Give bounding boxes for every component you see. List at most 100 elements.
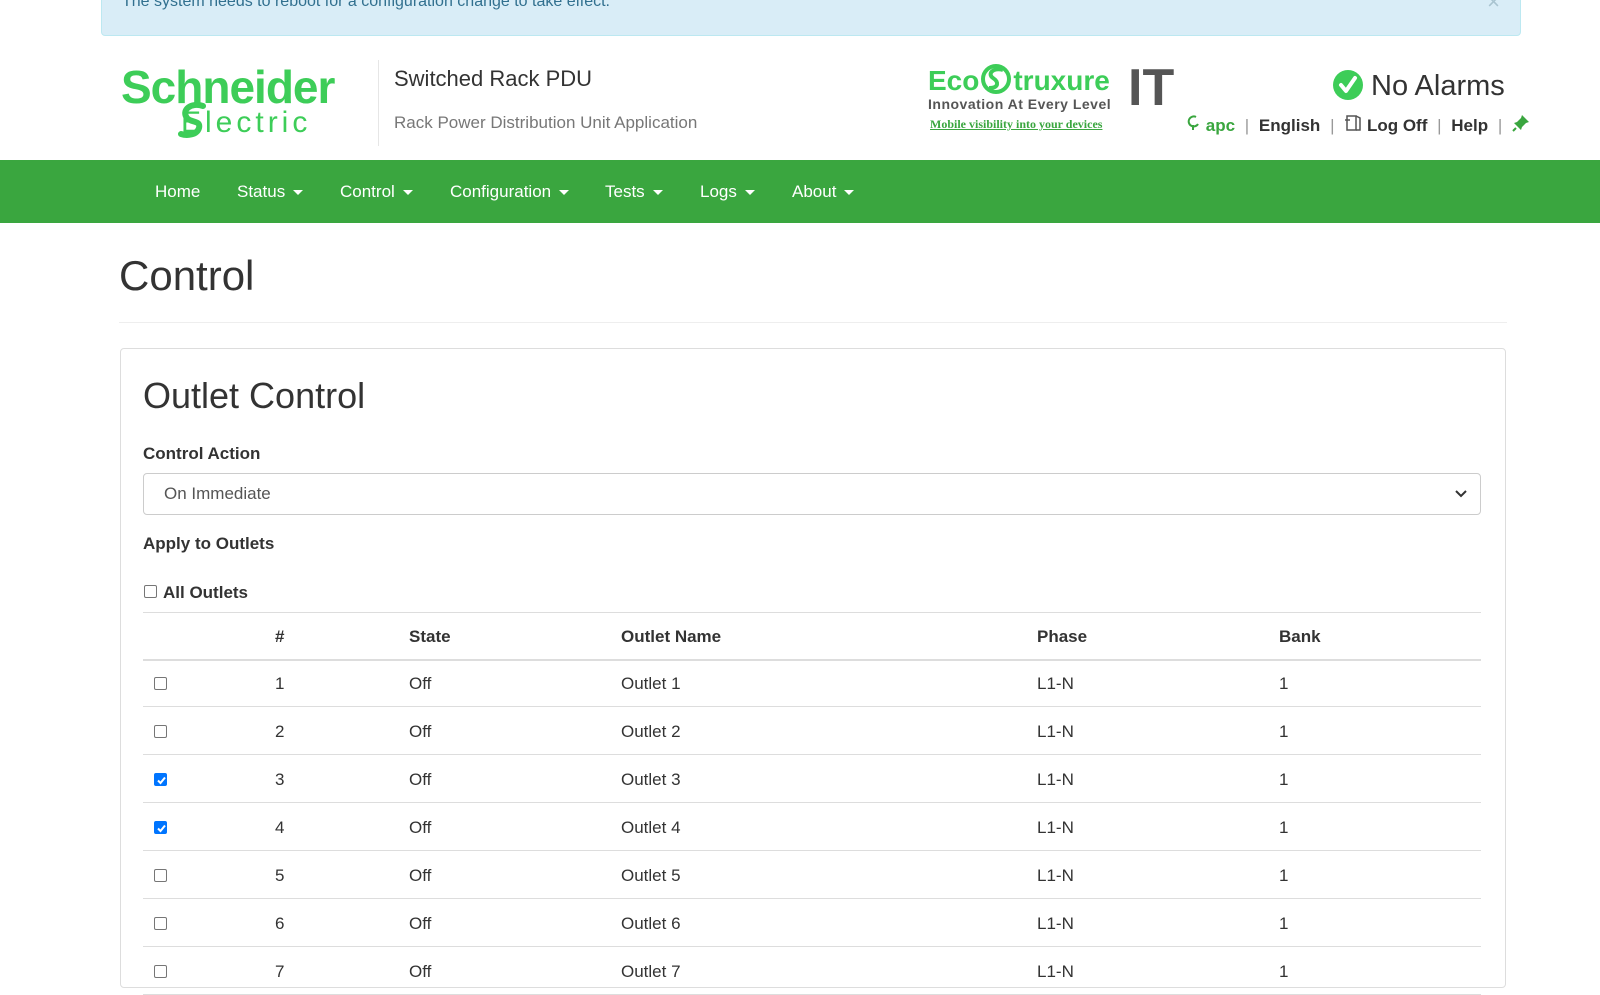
column-header-number: #: [275, 627, 285, 646]
nav-control-label: Control: [340, 182, 395, 201]
cell-state: Off: [409, 770, 432, 789]
cell-number: 7: [275, 962, 285, 981]
nav-about[interactable]: About: [792, 160, 855, 223]
title-divider: [119, 322, 1507, 323]
caret-down-icon: [402, 190, 413, 196]
cell-outlet-name: Outlet 6: [621, 914, 681, 933]
reboot-notice: The system needs to reboot for a configu…: [101, 0, 1521, 36]
column-header-bank: Bank: [1279, 627, 1321, 646]
caret-down-icon: [559, 190, 570, 196]
separator: |: [1330, 115, 1335, 135]
cell-bank: 1: [1279, 866, 1289, 885]
mobile-visibility-link[interactable]: Mobile visibility into your devices: [930, 117, 1102, 132]
control-action-select[interactable]: On Immediate: [143, 473, 1481, 515]
eco-it-text: IT: [1128, 59, 1175, 117]
logoff-link[interactable]: Log Off: [1367, 116, 1427, 136]
nav-control[interactable]: Control: [340, 160, 413, 223]
nav-status[interactable]: Status: [237, 160, 304, 223]
user-name-link[interactable]: apc: [1206, 116, 1235, 136]
cell-phase: L1-N: [1037, 914, 1074, 933]
nav-logs-label: Logs: [700, 182, 737, 201]
cell-number: 5: [275, 866, 285, 885]
reboot-notice-text: The system needs to reboot for a configu…: [122, 0, 610, 10]
cell-phase: L1-N: [1037, 962, 1074, 981]
cell-outlet-name: Outlet 5: [621, 866, 681, 885]
table-row: 7 Off Outlet 7 L1-N 1: [143, 947, 1481, 995]
cell-bank: 1: [1279, 962, 1289, 981]
cell-state: Off: [409, 674, 432, 693]
outlet-checkbox[interactable]: [154, 917, 167, 930]
cell-phase: L1-N: [1037, 770, 1074, 789]
ecostruxure-swirl-icon: [981, 64, 1012, 94]
cell-outlet-name: Outlet 4: [621, 818, 681, 837]
table-header: # State Outlet Name Phase Bank: [143, 612, 1481, 661]
nav-about-label: About: [792, 182, 837, 201]
outlet-checkbox[interactable]: [154, 725, 167, 738]
nav-configuration-label: Configuration: [450, 182, 552, 201]
logoff-icon[interactable]: [1344, 114, 1362, 137]
user-bar: apc | English | Log Off | Help |: [1187, 114, 1530, 138]
outlet-checkbox[interactable]: [154, 821, 167, 834]
separator: |: [1437, 115, 1442, 135]
cell-bank: 1: [1279, 770, 1289, 789]
table-row: 1 Off Outlet 1 L1-N 1: [143, 659, 1481, 707]
cell-phase: L1-N: [1037, 722, 1074, 741]
table-row: 5 Off Outlet 5 L1-N 1: [143, 851, 1481, 899]
panel-title: Outlet Control: [143, 375, 366, 416]
language-link[interactable]: English: [1259, 116, 1320, 136]
help-link[interactable]: Help: [1451, 116, 1488, 136]
schneider-electric-logo[interactable]: Schneider Electric: [121, 62, 361, 142]
cell-phase: L1-N: [1037, 866, 1074, 885]
nav-tests-label: Tests: [605, 182, 645, 201]
cell-phase: L1-N: [1037, 818, 1074, 837]
main-navbar: Home Status Control Configuration Tests …: [0, 160, 1600, 223]
column-header-state: State: [409, 627, 451, 646]
separator: |: [1244, 115, 1250, 135]
all-outlets-label: All Outlets: [163, 583, 249, 602]
app-title: Switched Rack PDU: [394, 66, 593, 91]
caret-down-icon: [844, 190, 855, 196]
cell-state: Off: [409, 866, 432, 885]
cell-bank: 1: [1279, 722, 1289, 741]
eco-tagline: Innovation At Every Level: [928, 96, 1112, 112]
cell-outlet-name: Outlet 7: [621, 962, 681, 981]
caret-down-icon: [744, 190, 755, 196]
nav-home-label: Home: [155, 182, 201, 201]
outlet-checkbox[interactable]: [154, 773, 167, 786]
check-circle-icon: [1333, 70, 1363, 100]
cell-outlet-name: Outlet 1: [621, 674, 681, 693]
table-row: 6 Off Outlet 6 L1-N 1: [143, 899, 1481, 947]
pin-icon[interactable]: [1512, 114, 1530, 137]
close-notice-button[interactable]: ×: [1487, 0, 1500, 15]
brand-line1: Schneider: [121, 61, 335, 113]
truxure-text: truxure: [1013, 65, 1110, 96]
cell-state: Off: [409, 722, 432, 741]
table-row: 3 Off Outlet 3 L1-N 1: [143, 755, 1481, 803]
outlet-checkbox[interactable]: [154, 869, 167, 882]
cell-state: Off: [409, 818, 432, 837]
eco-text: Eco: [928, 65, 980, 96]
outlet-checkbox[interactable]: [154, 677, 167, 690]
cell-bank: 1: [1279, 914, 1289, 933]
nav-home[interactable]: Home: [155, 160, 200, 223]
cell-number: 4: [275, 818, 285, 837]
nav-configuration[interactable]: Configuration: [450, 160, 570, 223]
header-divider: [378, 60, 379, 146]
cell-number: 6: [275, 914, 285, 933]
cell-state: Off: [409, 914, 432, 933]
cell-bank: 1: [1279, 674, 1289, 693]
chevron-down-icon: [1455, 490, 1467, 498]
cell-number: 3: [275, 770, 285, 789]
nav-tests[interactable]: Tests: [605, 160, 663, 223]
cell-outlet-name: Outlet 3: [621, 770, 681, 789]
apply-to-outlets-label: Apply to Outlets: [143, 534, 275, 553]
nav-logs[interactable]: Logs: [700, 160, 755, 223]
column-header-outlet-name: Outlet Name: [621, 627, 722, 646]
alarm-status-text: No Alarms: [1371, 70, 1505, 102]
cell-bank: 1: [1279, 818, 1289, 837]
separator: |: [1497, 115, 1503, 135]
brand-line2: Electric: [181, 106, 312, 139]
caret-down-icon: [652, 190, 663, 196]
column-header-phase: Phase: [1037, 627, 1088, 646]
all-outlets-checkbox[interactable]: [144, 585, 157, 598]
